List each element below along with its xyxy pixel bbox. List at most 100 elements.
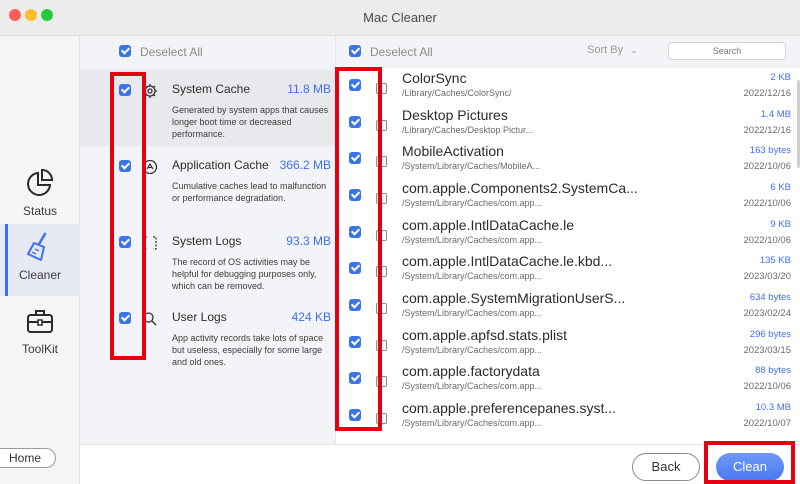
broom-icon — [27, 232, 47, 261]
deselect-all-files-label: Deselect All — [370, 45, 433, 59]
back-button[interactable]: Back — [632, 453, 700, 481]
file-row[interactable]: com.apple.factorydata /System/Library/Ca… — [336, 363, 800, 399]
file-date: 2022/10/06 — [743, 161, 791, 172]
footer: Back Clean — [80, 444, 800, 484]
file-date: 2022/12/16 — [743, 88, 791, 99]
deselect-all-checkbox[interactable] — [119, 45, 131, 57]
search-icon — [143, 312, 157, 326]
sidebar-item-toolkit[interactable]: ToolKit — [0, 298, 80, 370]
file-checkbox[interactable] — [349, 152, 361, 164]
category-size: 424 KB — [291, 310, 331, 324]
file-type-icon — [376, 303, 387, 314]
file-name: com.apple.IntlDataCache.le — [402, 217, 574, 233]
bracket-icon — [143, 236, 157, 250]
file-row[interactable]: Desktop Pictures /Library/Caches/Desktop… — [336, 107, 800, 143]
file-date: 2023/03/15 — [743, 345, 791, 356]
file-type-icon — [376, 83, 387, 94]
category-size: 93.3 MB — [286, 234, 331, 248]
category-description: App activity records take lots of space … — [172, 333, 324, 367]
deselect-all-files-checkbox[interactable] — [349, 45, 361, 57]
file-size: 634 bytes — [749, 292, 791, 303]
chevron-down-icon: ⌄ — [630, 45, 638, 55]
file-date: 2022/10/07 — [743, 418, 791, 429]
file-row[interactable]: com.apple.preferencepanes.syst... /Syste… — [336, 400, 800, 436]
file-size: 6 KB — [770, 182, 791, 193]
file-row[interactable]: com.apple.SystemMigrationUserS... /Syste… — [336, 290, 800, 326]
file-size: 296 bytes — [749, 329, 791, 340]
file-date: 2023/03/20 — [743, 271, 791, 282]
category-panel: Deselect All System Cache 11.8 MB Genera… — [80, 36, 335, 444]
gear-icon — [143, 84, 157, 98]
file-checkbox[interactable] — [349, 336, 361, 348]
file-row[interactable]: ColorSync /Library/Caches/ColorSync/ 2 K… — [336, 70, 800, 106]
category-description: Cumulative caches lead to malfunction or… — [172, 181, 327, 203]
file-size: 88 bytes — [755, 365, 791, 376]
file-path: /Library/Caches/ColorSync/ — [402, 88, 512, 98]
file-date: 2022/10/06 — [743, 381, 791, 392]
clean-button[interactable]: Clean — [716, 453, 784, 481]
file-row[interactable]: MobileActivation /System/Library/Caches/… — [336, 143, 800, 179]
sidebar-item-cleaner[interactable]: Cleaner — [0, 224, 80, 296]
file-name: com.apple.preferencepanes.syst... — [402, 400, 617, 416]
pie-chart-icon — [27, 168, 54, 196]
file-date: 2022/10/06 — [743, 198, 791, 209]
file-name: com.apple.SystemMigrationUserS... — [402, 290, 626, 306]
file-size: 9 KB — [770, 219, 791, 230]
category-item-application-cache[interactable]: Application Cache 366.2 MB Cumulative ca… — [80, 146, 335, 222]
file-name: MobileActivation — [402, 143, 504, 159]
category-checkbox[interactable] — [119, 236, 131, 248]
sidebar-item-label: Cleaner — [18, 268, 62, 282]
category-checkbox[interactable] — [119, 84, 131, 96]
category-size: 11.8 MB — [287, 82, 331, 96]
file-type-icon — [376, 156, 387, 167]
search-input[interactable] — [668, 42, 786, 60]
file-size: 135 KB — [759, 255, 791, 266]
category-checkbox[interactable] — [119, 312, 131, 324]
file-path: /System/Library/Caches/MobileA... — [402, 161, 541, 171]
file-path: /System/Library/Caches/com.app... — [402, 381, 543, 391]
file-type-icon — [376, 230, 387, 241]
sort-by-dropdown[interactable]: Sort By ⌄ — [587, 44, 638, 56]
file-row[interactable]: com.apple.apfsd.stats.plist /System/Libr… — [336, 327, 800, 363]
file-name: com.apple.Components2.SystemCa... — [402, 180, 638, 196]
file-checkbox[interactable] — [349, 299, 361, 311]
category-item-system-cache[interactable]: System Cache 11.8 MB Generated by system… — [80, 70, 335, 146]
file-date: 2023/02/24 — [743, 308, 791, 319]
file-checkbox[interactable] — [349, 79, 361, 91]
file-type-icon — [376, 120, 387, 131]
category-name: System Logs — [172, 234, 242, 248]
file-type-icon — [376, 340, 387, 351]
file-checkbox[interactable] — [349, 372, 361, 384]
toolbox-icon — [27, 310, 53, 333]
category-name: System Cache — [172, 82, 251, 96]
file-size: 1.4 MB — [760, 109, 791, 120]
sort-by-label: Sort By — [587, 44, 624, 56]
file-checkbox[interactable] — [349, 189, 361, 201]
file-checkbox[interactable] — [349, 262, 361, 274]
file-size: 163 bytes — [749, 145, 791, 156]
file-row[interactable]: com.apple.IntlDataCache.le.kbd... /Syste… — [336, 253, 800, 289]
file-type-icon — [376, 413, 387, 424]
home-button[interactable]: Home — [0, 448, 56, 468]
file-row[interactable]: com.apple.IntlDataCache.le /System/Libra… — [336, 217, 800, 253]
file-path: /System/Library/Caches/com.app... — [402, 418, 543, 428]
file-row[interactable]: com.apple.Components2.SystemCa... /Syste… — [336, 180, 800, 216]
file-panel: Deselect All Sort By ⌄ ColorSync /Librar… — [335, 36, 800, 444]
category-item-user-logs[interactable]: User Logs 424 KB App activity records ta… — [80, 298, 335, 374]
file-type-icon — [376, 376, 387, 387]
file-checkbox[interactable] — [349, 116, 361, 128]
sidebar-item-status[interactable]: Status — [0, 160, 80, 232]
window-title: Mac Cleaner — [363, 10, 437, 25]
file-name: com.apple.IntlDataCache.le.kbd... — [402, 253, 613, 269]
category-item-system-logs[interactable]: System Logs 93.3 MB The record of OS act… — [80, 222, 335, 298]
file-checkbox[interactable] — [349, 409, 361, 421]
category-checkbox[interactable] — [119, 160, 131, 172]
category-header: Deselect All — [80, 36, 335, 68]
category-name: Application Cache — [172, 158, 269, 172]
category-size: 366.2 MB — [279, 158, 331, 172]
file-path: /System/Library/Caches/com.app... — [402, 345, 543, 355]
file-checkbox[interactable] — [349, 226, 361, 238]
file-size: 10.3 MB — [755, 402, 791, 413]
file-size: 2 KB — [770, 72, 791, 83]
file-name: ColorSync — [402, 70, 467, 86]
